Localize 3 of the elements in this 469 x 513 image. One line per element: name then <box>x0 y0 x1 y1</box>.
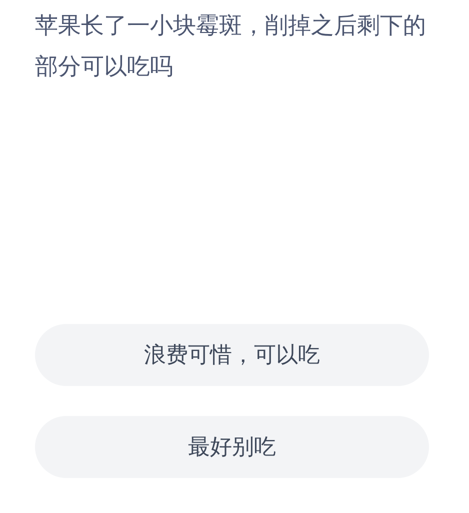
answer-option[interactable]: 浪费可惜，可以吃 <box>35 324 429 386</box>
answer-option[interactable]: 最好别吃 <box>35 416 429 478</box>
question-text: 苹果长了一小块霉斑，削掉之后剩下的部分可以吃吗 <box>35 12 427 82</box>
